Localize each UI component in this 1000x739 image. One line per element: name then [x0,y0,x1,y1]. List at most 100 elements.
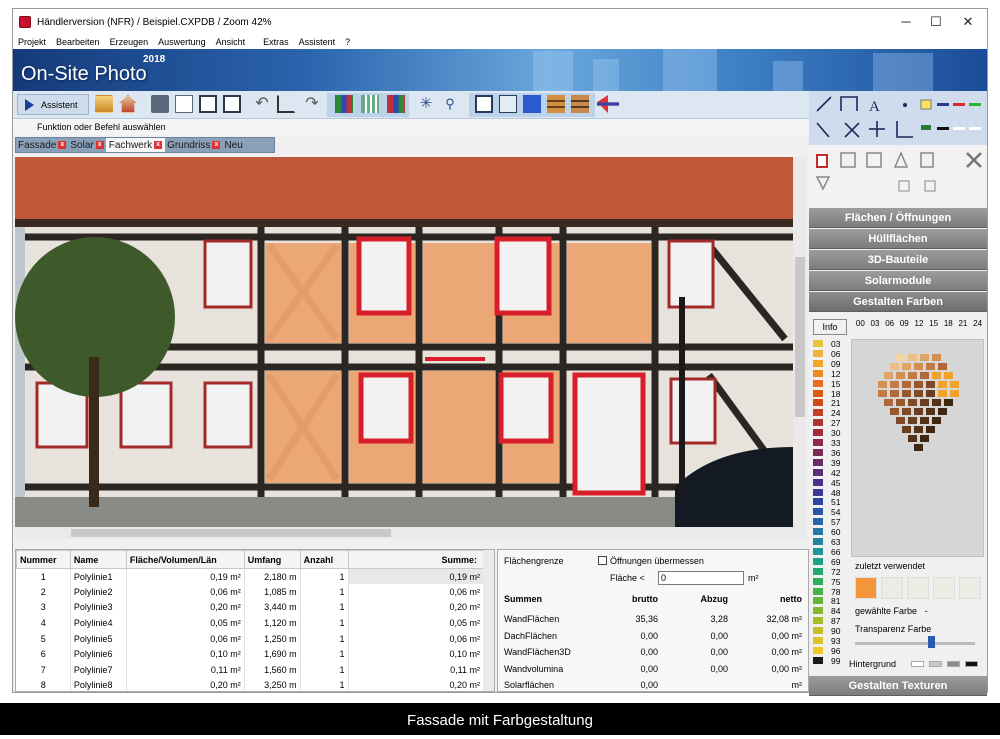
palette-cell[interactable] [896,417,905,424]
zoom-icon[interactable]: ⚲ [441,95,459,113]
column-header[interactable]: Umfang [243,550,301,569]
color-swatch[interactable] [813,429,823,437]
facade-photo-canvas[interactable] [15,157,793,527]
gestalten-farben-button[interactable]: Gestalten Farben [809,292,987,312]
layer-5-icon[interactable] [571,95,589,113]
close-button[interactable]: ✕ [951,12,985,32]
close-tab-icon[interactable]: x [212,141,221,149]
transparency-slider-thumb[interactable] [927,636,935,648]
last-used-swatch[interactable] [881,577,903,599]
palette-cell[interactable] [938,363,947,370]
layer-1-icon[interactable] [475,95,493,113]
print-icon[interactable] [151,95,169,113]
color-swatch[interactable] [813,557,823,565]
3d-bauteile-button[interactable]: 3D-Bauteile [809,250,987,270]
color-swatch[interactable] [813,538,823,545]
layer-4-icon[interactable] [547,95,565,113]
palette-cell[interactable] [932,417,941,424]
background-black-option[interactable] [965,661,978,667]
column-header[interactable]: Nummer [16,550,71,569]
palette-cell[interactable] [908,417,917,424]
scroll-thumb[interactable] [71,529,391,537]
close-tab-icon[interactable]: x [154,141,163,149]
gray-value-label[interactable]: 09 [900,319,909,333]
color-swatch[interactable] [813,597,823,605]
color-swatch[interactable] [813,478,823,486]
palette-cell[interactable] [920,417,929,424]
redo-icon[interactable]: ↷ [303,95,321,113]
palette-cell[interactable] [914,390,923,397]
color-view-icon[interactable] [335,95,353,113]
color-swatch[interactable] [813,488,823,496]
palette-cell[interactable] [902,426,911,433]
palette-cell[interactable] [896,399,905,406]
image-frame-icon[interactable] [199,95,217,113]
palette-cell[interactable] [932,399,941,406]
menu-help[interactable]: ? [340,37,355,47]
column-header[interactable]: Anzahl [299,550,349,569]
palette-cell[interactable] [920,354,929,361]
color-swatch[interactable] [813,587,823,595]
palette-cell[interactable] [908,372,917,379]
info-button[interactable]: Info [813,319,847,335]
background-lightgray-option[interactable] [929,661,942,667]
palette-cell[interactable] [890,381,899,388]
line-blue-icon[interactable] [937,103,949,106]
oeffnungen-checkbox[interactable] [598,556,607,565]
maximize-button[interactable]: ☐ [919,12,953,32]
gray-value-label[interactable]: 18 [944,319,953,333]
color-swatch[interactable] [813,389,823,397]
palette-cell[interactable] [938,390,947,397]
palette-cell[interactable] [902,390,911,397]
menu-ansicht[interactable]: Ansicht [211,37,251,47]
gray-value-label[interactable]: 15 [929,319,938,333]
palette-cell[interactable] [890,408,899,415]
table-row[interactable]: 2 Polylinie2 0,06 m² 1,085 m 1 0,06 m² [16,584,484,600]
menu-erzeugen[interactable]: Erzeugen [105,37,154,47]
palette-cell[interactable] [902,381,911,388]
palette-cell[interactable] [938,408,947,415]
scroll-thumb[interactable] [795,257,805,417]
line-style-4-icon[interactable] [969,127,981,130]
palette-cell[interactable] [920,399,929,406]
tab-neu[interactable]: Neu [222,138,244,152]
line-style-1-icon[interactable] [921,125,931,130]
palette-cell[interactable] [908,399,917,406]
gray-value-label[interactable]: 03 [871,319,880,333]
last-used-swatch[interactable] [907,577,929,599]
color-swatch[interactable] [813,399,823,407]
line-style-3-icon[interactable] [953,127,965,130]
menu-assistent[interactable]: Assistent [294,37,341,47]
gestalten-texturen-button[interactable]: Gestalten Texturen [809,676,987,696]
last-used-swatch[interactable] [959,577,981,599]
color-swatch[interactable] [813,646,823,654]
flaechen-oeffnungen-button[interactable]: Flächen / Öffnungen [809,208,987,228]
cross-tool-icon[interactable] [816,122,830,138]
menu-extras[interactable]: Extras [258,37,294,47]
color-swatch[interactable] [813,419,823,427]
assistant-button[interactable]: Assistent [17,94,89,115]
color-swatch[interactable] [813,567,823,575]
table-row[interactable]: 3 Polylinie3 0,20 m² 3,440 m 1 0,20 m² [16,599,484,616]
gray-value-label[interactable]: 21 [958,319,967,333]
table-row[interactable]: 7 Polylinie7 0,11 m² 1,560 m 1 0,11 m² [16,662,484,678]
color-swatch[interactable] [813,547,823,555]
palette-cell[interactable] [896,354,905,361]
solarmodule-button[interactable]: Solarmodule [809,271,987,291]
palette-cell[interactable] [926,408,935,415]
table-row[interactable]: 6 Polylinie6 0,10 m² 1,690 m 1 0,10 m² [16,646,484,663]
palette-cell[interactable] [944,372,953,379]
rgb-view-icon[interactable] [387,95,405,113]
color-swatch[interactable] [813,498,823,506]
close-tab-icon[interactable]: x [95,141,104,149]
corner-tool-icon[interactable] [896,121,913,138]
palette-cell[interactable] [878,381,887,388]
text-tool-icon[interactable]: A [869,99,880,115]
transparency-slider[interactable] [855,642,975,645]
palette-cell[interactable] [884,372,893,379]
gray-value-label[interactable]: 00 [856,319,865,333]
layer-2-icon[interactable] [499,95,517,113]
color-swatch[interactable] [813,518,823,526]
palette-cell[interactable] [920,372,929,379]
palette-cell[interactable] [926,390,935,397]
